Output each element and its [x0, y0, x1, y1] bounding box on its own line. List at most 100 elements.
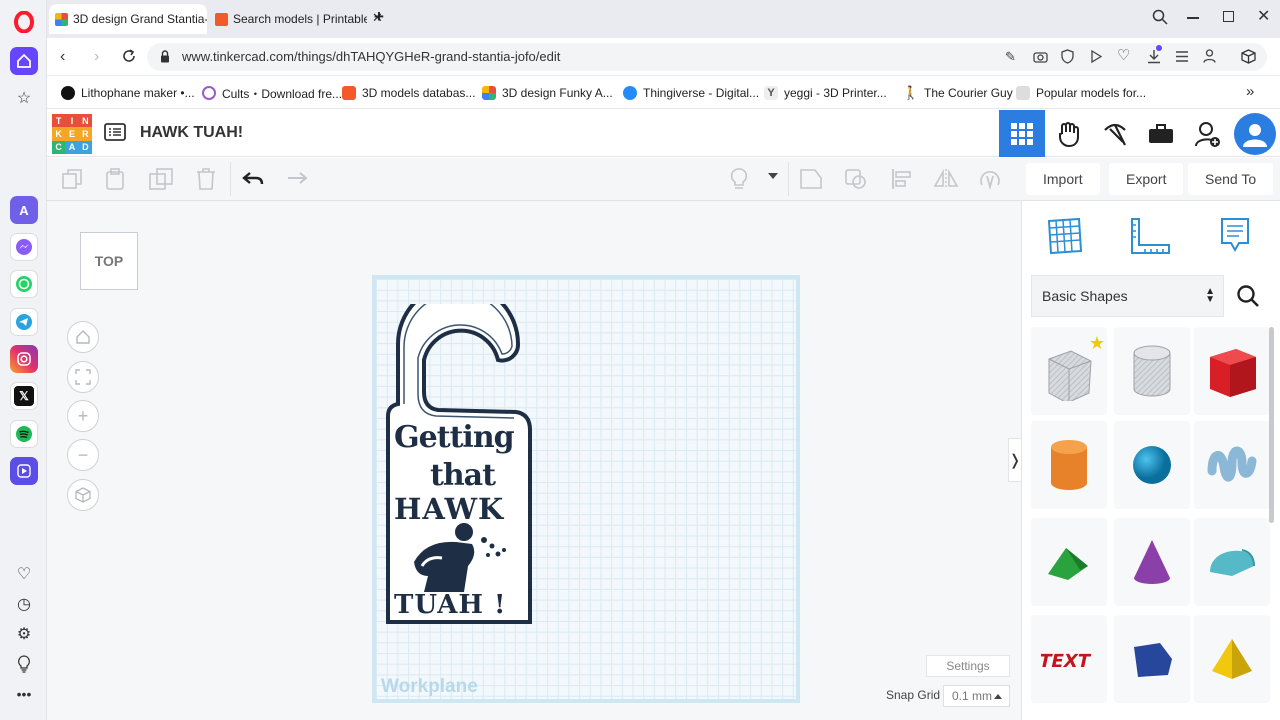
new-tab-plus-icon[interactable]: +	[374, 7, 384, 27]
pickaxe-tab-icon[interactable]	[1092, 110, 1138, 157]
camera-icon[interactable]	[1033, 50, 1048, 68]
extensions-cube-icon[interactable]	[1241, 49, 1256, 69]
bookmark-item[interactable]: 3D models databas...	[342, 84, 475, 102]
heart-icon[interactable]: ♡	[12, 562, 36, 586]
printables-favicon-icon	[342, 86, 356, 100]
lightbulb-toggle-icon[interactable]	[726, 166, 752, 192]
door-hanger-model[interactable]: Getting that HAWK TUAH !	[386, 304, 536, 629]
shape-cylinder-hole[interactable]	[1114, 327, 1190, 415]
note-shape-icon[interactable]	[798, 166, 824, 192]
panel-collapse-toggle[interactable]: ❭	[1008, 438, 1021, 482]
instagram-icon[interactable]	[10, 345, 38, 373]
align-icon[interactable]	[889, 166, 915, 192]
fit-view-icon[interactable]	[67, 361, 99, 393]
bookmark-item[interactable]: 🚶 The Courier Guy	[903, 84, 1013, 102]
shape-box-hole[interactable]: ★	[1031, 327, 1107, 415]
workplane[interactable]: Workplane Getting that HAWK TUAH !	[372, 275, 800, 703]
bookmark-item[interactable]: Thingiverse - Digital...	[623, 84, 759, 102]
bookmark-item[interactable]: 3D design Funky A...	[482, 84, 613, 102]
cruise-icon[interactable]	[977, 166, 1003, 192]
shape-round-roof[interactable]	[1194, 518, 1270, 606]
lightbulb-icon[interactable]	[12, 652, 36, 676]
reload-icon[interactable]	[122, 49, 136, 68]
briefcase-tab-icon[interactable]	[1138, 110, 1184, 157]
undo-icon[interactable]	[240, 166, 266, 192]
shape-pyramid[interactable]	[1194, 615, 1270, 703]
view-cube[interactable]: TOP	[80, 232, 138, 290]
notes-icon[interactable]	[1219, 217, 1251, 260]
settings-gear-icon[interactable]: ⚙	[12, 622, 36, 646]
x-icon[interactable]: 𝕏	[10, 382, 38, 410]
messenger-icon[interactable]	[10, 233, 38, 261]
duplicate-icon[interactable]	[148, 166, 174, 192]
paste-icon[interactable]	[102, 166, 128, 192]
minimize-icon[interactable]	[1187, 17, 1199, 19]
import-button[interactable]: Import	[1026, 163, 1100, 195]
more-icon[interactable]: •••	[12, 682, 36, 706]
bookmark-item[interactable]: Y yeggi - 3D Printer...	[764, 84, 887, 102]
ortho-view-icon[interactable]	[67, 479, 99, 511]
player-icon[interactable]	[10, 457, 38, 485]
shape-cylinder[interactable]	[1031, 421, 1107, 509]
restore-icon[interactable]	[1223, 11, 1234, 22]
opera-logo-icon[interactable]	[14, 10, 34, 34]
forward-icon[interactable]: ›	[94, 48, 99, 66]
whatsapp-icon[interactable]	[10, 270, 38, 298]
tinkercad-logo[interactable]: TIN KER CAD	[52, 114, 92, 154]
search-tabs-icon[interactable]	[1152, 9, 1168, 30]
profile-icon[interactable]	[1203, 49, 1216, 68]
star-icon[interactable]: ☆	[12, 86, 36, 110]
export-button[interactable]: Export	[1109, 163, 1184, 195]
shield-icon[interactable]	[1061, 49, 1074, 69]
shape-box[interactable]	[1194, 327, 1270, 415]
add-user-icon[interactable]	[1185, 110, 1231, 157]
delete-icon[interactable]	[193, 166, 219, 192]
tab-printables[interactable]: Search models | Printable	[209, 6, 367, 32]
tab-tinkercad[interactable]: 3D design Grand Stantia-J	[49, 4, 207, 34]
shape-category-select[interactable]: Basic Shapes ▲ ▼	[1031, 275, 1224, 317]
zoom-out-icon[interactable]: −	[67, 439, 99, 471]
shape-sphere[interactable]	[1114, 421, 1190, 509]
heart-bookmark-icon[interactable]: ♡	[1117, 46, 1130, 64]
design-list-icon[interactable]	[104, 123, 126, 146]
shape-scribble[interactable]	[1194, 421, 1270, 509]
history-icon[interactable]: ◷	[12, 592, 36, 616]
avatar[interactable]	[1234, 113, 1276, 155]
3d-view-tab[interactable]	[999, 110, 1045, 157]
close-window-icon[interactable]: ✕	[1257, 6, 1270, 26]
panel-scrollbar[interactable]	[1269, 327, 1274, 523]
home-icon[interactable]	[10, 47, 38, 75]
redo-icon[interactable]	[284, 166, 310, 192]
mirror-icon[interactable]	[933, 166, 959, 192]
shape-polygon[interactable]	[1114, 615, 1190, 703]
shape-text[interactable]: TEXT	[1031, 615, 1107, 703]
bookmarks-more-button[interactable]: »	[1246, 83, 1254, 100]
shape-roof[interactable]	[1031, 518, 1107, 606]
group-icon[interactable]	[843, 166, 869, 192]
shape-cone[interactable]	[1114, 518, 1190, 606]
bookmark-item[interactable]: Lithophane maker •...	[61, 84, 195, 102]
zoom-in-icon[interactable]: +	[67, 400, 99, 432]
ruler-icon[interactable]	[1129, 217, 1171, 260]
spotify-icon[interactable]	[10, 420, 38, 448]
easy-setup-icon[interactable]	[1175, 50, 1189, 68]
edit-icon[interactable]: ✎	[1005, 49, 1016, 65]
design-title[interactable]: HAWK TUAH!	[140, 124, 243, 142]
design-canvas[interactable]: TOP + − Workplane Getting that HAWK TUAH…	[47, 201, 1021, 720]
back-icon[interactable]: ‹	[60, 48, 65, 66]
snap-grid-select[interactable]: 0.1 mm	[943, 685, 1010, 707]
send-to-button[interactable]: Send To	[1188, 163, 1274, 195]
bookmark-item[interactable]: Popular models for...	[1016, 84, 1146, 102]
home-view-icon[interactable]	[67, 321, 99, 353]
light-dropdown-chevron-icon[interactable]	[768, 173, 778, 179]
play-icon[interactable]	[1090, 49, 1103, 68]
aria-icon[interactable]: A	[10, 196, 38, 224]
settings-button[interactable]: Settings	[926, 655, 1010, 677]
workplane-grid-icon[interactable]	[1045, 217, 1083, 260]
telegram-icon[interactable]	[10, 308, 38, 336]
search-shapes-icon[interactable]	[1236, 284, 1260, 313]
copy-icon[interactable]	[59, 166, 85, 192]
codeblocks-tab-icon[interactable]	[1046, 110, 1092, 157]
downloads-icon[interactable]	[1147, 45, 1162, 69]
bookmark-item[interactable]: Cults・Download fre...	[202, 84, 342, 102]
